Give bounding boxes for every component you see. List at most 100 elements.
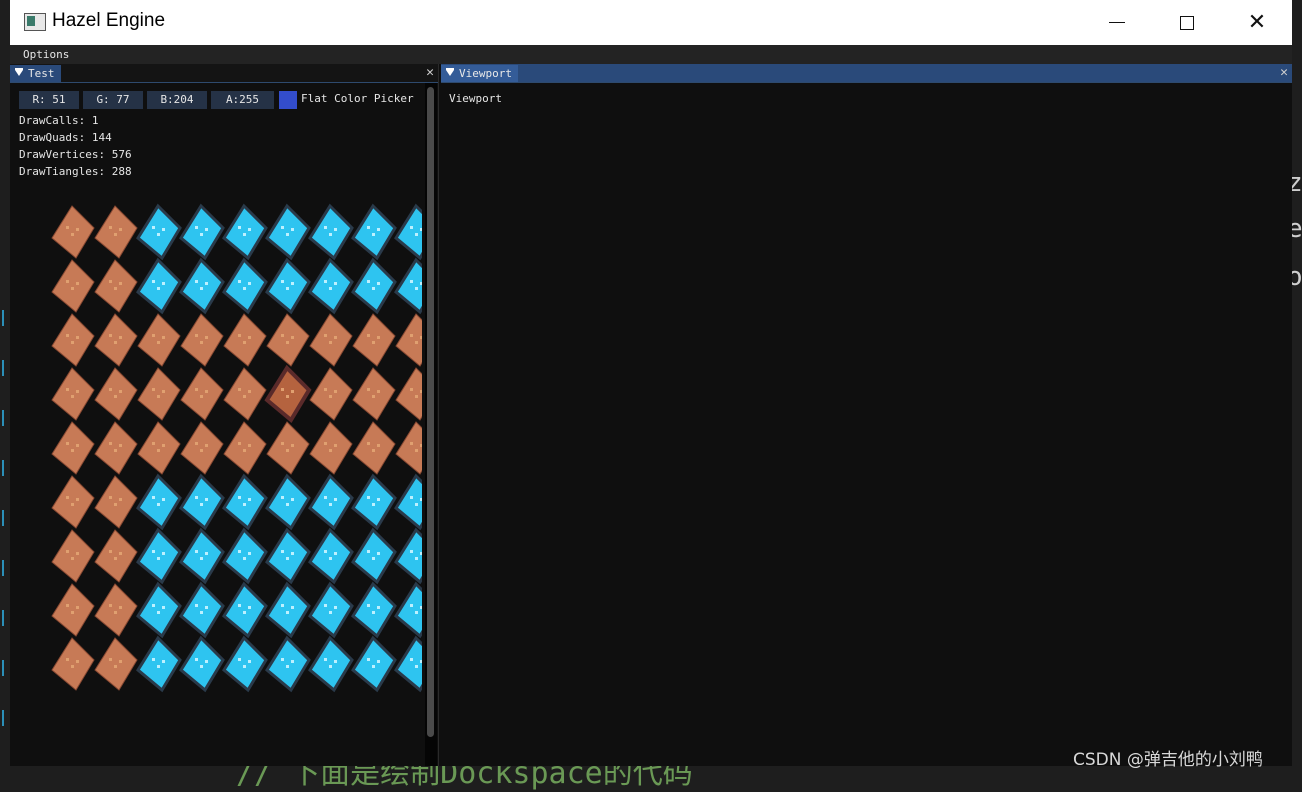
tab-viewport[interactable]: Viewport <box>441 65 518 82</box>
dirt-tile <box>309 421 353 475</box>
water-tile <box>222 635 268 693</box>
close-tab-icon[interactable]: ✕ <box>1280 65 1288 81</box>
dirt-tile <box>309 313 353 367</box>
dirt-tile <box>223 421 267 475</box>
maximize-icon <box>1180 15 1194 30</box>
dirt-tile <box>266 421 310 475</box>
close-icon: ✕ <box>1247 9 1267 35</box>
tile-render <box>46 202 422 712</box>
water-tile <box>265 581 311 639</box>
menu-bar: Options <box>10 45 1292 64</box>
water-tile <box>351 473 397 531</box>
viewport-panel: Viewport ✕ Viewport <box>441 64 1292 766</box>
water-tile <box>136 203 182 261</box>
watermark: CSDN @弹吉他的小刘鸭 <box>1073 750 1263 770</box>
water-tile <box>136 473 182 531</box>
water-tile <box>308 581 354 639</box>
dirt-tile <box>94 421 138 475</box>
tab-test[interactable]: Test <box>10 65 61 82</box>
dirt-tile <box>352 367 396 421</box>
water-tile <box>222 581 268 639</box>
collapse-arrow-icon[interactable] <box>446 68 454 76</box>
water-tile <box>265 635 311 693</box>
water-tile <box>136 257 182 315</box>
color-g-field[interactable]: G: 77 <box>83 91 143 109</box>
water-tile <box>351 203 397 261</box>
water-tile <box>394 581 422 639</box>
water-tile <box>351 581 397 639</box>
app-icon <box>24 13 46 31</box>
water-tile <box>351 635 397 693</box>
minimize-icon <box>1109 22 1125 23</box>
close-tab-icon[interactable]: ✕ <box>426 65 434 81</box>
color-swatch[interactable] <box>279 91 297 109</box>
water-tile <box>394 635 422 693</box>
tab-test-label: Test <box>28 67 55 80</box>
collapse-arrow-icon[interactable] <box>15 68 23 76</box>
dirt-tile <box>51 529 95 583</box>
water-tile <box>351 257 397 315</box>
water-tile <box>179 473 225 531</box>
dirt-tile <box>51 583 95 637</box>
minimize-button[interactable] <box>1082 0 1152 45</box>
dirt-tile <box>94 475 138 529</box>
water-tile <box>179 203 225 261</box>
viewport-tab-bar: Viewport ✕ <box>441 64 1292 83</box>
water-tile <box>351 527 397 585</box>
scrollbar[interactable] <box>425 83 437 766</box>
dirt-tile <box>352 421 396 475</box>
water-tile <box>222 473 268 531</box>
dirt-tile <box>94 313 138 367</box>
dirt-tile <box>94 259 138 313</box>
scrollbar-thumb[interactable] <box>427 87 434 737</box>
maximize-button[interactable] <box>1152 0 1222 45</box>
dirt-tile <box>51 259 95 313</box>
water-tile <box>265 527 311 585</box>
water-tile <box>136 527 182 585</box>
dirt-tile <box>352 313 396 367</box>
dirt-tile <box>94 583 138 637</box>
water-tile <box>265 257 311 315</box>
dirt-tile <box>309 367 353 421</box>
dirt-tile <box>395 313 422 367</box>
dirt-tile <box>94 529 138 583</box>
dirt-tile <box>223 367 267 421</box>
dirt-tile <box>180 367 224 421</box>
dirt-tile <box>180 313 224 367</box>
water-tile <box>179 635 225 693</box>
water-tile <box>394 203 422 261</box>
water-tile <box>394 527 422 585</box>
stat-draw-vertices: DrawVertices: 576 <box>19 148 132 161</box>
dirt-tile <box>137 421 181 475</box>
water-tile <box>222 257 268 315</box>
dirt-tile <box>94 637 138 691</box>
test-panel: Test ✕ R: 51 G: 77 B:204 A:255 Flat Colo… <box>10 64 439 766</box>
dirt-tile <box>51 313 95 367</box>
title-bar[interactable]: Hazel Engine ✕ <box>10 0 1292 45</box>
color-r-field[interactable]: R: 51 <box>19 91 79 109</box>
water-tile <box>136 581 182 639</box>
stat-draw-triangles: DrawTiangles: 288 <box>19 165 132 178</box>
color-a-field[interactable]: A:255 <box>211 91 274 109</box>
dirt-tile <box>51 367 95 421</box>
close-button[interactable]: ✕ <box>1222 0 1292 45</box>
water-tile <box>265 203 311 261</box>
water-tile <box>308 203 354 261</box>
dirt-tile <box>51 637 95 691</box>
menu-options[interactable]: Options <box>23 48 69 61</box>
window-title: Hazel Engine <box>52 10 166 31</box>
dirt-tile <box>395 421 422 475</box>
water-tile <box>179 257 225 315</box>
dirt-tile <box>137 313 181 367</box>
stat-draw-quads: DrawQuads: 144 <box>19 131 112 144</box>
dirt-tile <box>395 367 422 421</box>
water-tile <box>136 635 182 693</box>
dirt-tile <box>223 313 267 367</box>
water-tile <box>394 257 422 315</box>
stat-draw-calls: DrawCalls: 1 <box>19 114 99 127</box>
dirt-tile <box>51 205 95 259</box>
tile-grid <box>51 203 422 693</box>
color-b-field[interactable]: B:204 <box>147 91 207 109</box>
water-tile <box>308 257 354 315</box>
flat-color-picker-label: Flat Color Picker <box>301 92 414 105</box>
